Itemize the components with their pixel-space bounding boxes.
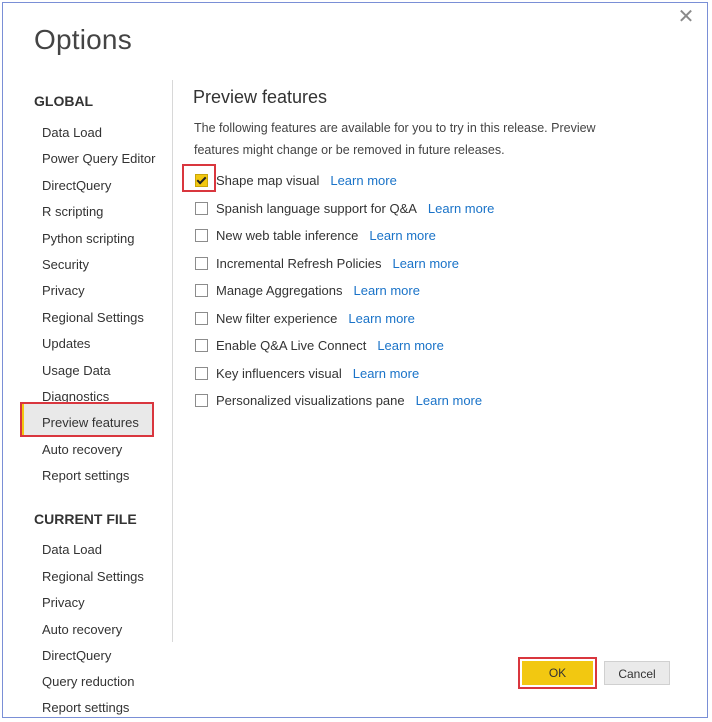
sidebar-item-directquery[interactable]: DirectQuery bbox=[42, 178, 111, 193]
sidebar-item-file-directquery[interactable]: DirectQuery bbox=[42, 648, 111, 663]
feature-row: Manage Aggregations Learn more bbox=[195, 281, 420, 299]
sidebar-item-diagnostics[interactable]: Diagnostics bbox=[42, 389, 109, 404]
sidebar-item-usage-data[interactable]: Usage Data bbox=[42, 363, 111, 378]
panel-divider bbox=[172, 80, 173, 642]
panel-title: Preview features bbox=[193, 87, 328, 107]
feature-label: Enable Q&A Live Connect bbox=[216, 337, 367, 353]
feature-row: New web table inference Learn more bbox=[195, 226, 436, 244]
sidebar: GLOBAL Data Load Power Query Editor Dire… bbox=[0, 0, 172, 722]
feature-row: Spanish language support for Q&A Learn m… bbox=[195, 199, 494, 217]
sidebar-item-updates[interactable]: Updates bbox=[42, 336, 90, 351]
feature-checkbox[interactable] bbox=[195, 311, 208, 325]
sidebar-item-r-scripting[interactable]: R scripting bbox=[42, 204, 103, 219]
feature-label: Key influencers visual bbox=[216, 365, 342, 381]
sidebar-item-regional-settings[interactable]: Regional Settings bbox=[42, 310, 144, 325]
close-icon[interactable]: ✕ bbox=[677, 7, 695, 27]
learn-more-link[interactable]: Learn more bbox=[416, 393, 482, 408]
sidebar-item-python-scripting[interactable]: Python scripting bbox=[42, 231, 135, 246]
global-heading: GLOBAL bbox=[34, 93, 94, 109]
sidebar-item-file-data-load[interactable]: Data Load bbox=[42, 542, 102, 557]
feature-checkbox[interactable] bbox=[195, 228, 208, 242]
sidebar-item-report-settings[interactable]: Report settings bbox=[42, 468, 129, 483]
feature-row: Shape map visual Learn more bbox=[195, 171, 397, 189]
feature-checkbox[interactable] bbox=[195, 283, 208, 297]
learn-more-link[interactable]: Learn more bbox=[353, 366, 419, 381]
sidebar-item-file-auto-recovery[interactable]: Auto recovery bbox=[42, 622, 122, 637]
sidebar-item-security[interactable]: Security bbox=[42, 257, 89, 272]
feature-label: New filter experience bbox=[216, 310, 338, 326]
ok-button[interactable]: OK bbox=[522, 661, 593, 685]
feature-checkbox[interactable] bbox=[195, 201, 208, 215]
feature-checkbox[interactable] bbox=[195, 393, 208, 407]
feature-label: New web table inference bbox=[216, 227, 359, 243]
cancel-button[interactable]: Cancel bbox=[604, 661, 670, 685]
learn-more-link[interactable]: Learn more bbox=[377, 338, 443, 353]
feature-label: Personalized visualizations pane bbox=[216, 392, 405, 408]
learn-more-link[interactable]: Learn more bbox=[392, 256, 458, 271]
panel-description: The following features are available for… bbox=[194, 121, 596, 157]
sidebar-item-data-load[interactable]: Data Load bbox=[42, 125, 102, 140]
sidebar-item-preview-features[interactable]: Preview features bbox=[42, 415, 139, 430]
learn-more-link[interactable]: Learn more bbox=[353, 283, 419, 298]
feature-row: Enable Q&A Live Connect Learn more bbox=[195, 336, 444, 354]
feature-checkbox[interactable] bbox=[195, 173, 208, 187]
learn-more-link[interactable]: Learn more bbox=[330, 173, 396, 188]
feature-label: Manage Aggregations bbox=[216, 282, 343, 298]
learn-more-link[interactable]: Learn more bbox=[348, 311, 414, 326]
feature-row: New filter experience Learn more bbox=[195, 309, 415, 327]
sidebar-item-auto-recovery[interactable]: Auto recovery bbox=[42, 442, 122, 457]
feature-row: Incremental Refresh Policies Learn more bbox=[195, 254, 459, 272]
sidebar-item-file-regional-settings[interactable]: Regional Settings bbox=[42, 569, 144, 584]
feature-label: Incremental Refresh Policies bbox=[216, 255, 382, 271]
sidebar-item-power-query-editor[interactable]: Power Query Editor bbox=[42, 151, 155, 166]
feature-checkbox[interactable] bbox=[195, 256, 208, 270]
learn-more-link[interactable]: Learn more bbox=[428, 201, 494, 216]
feature-label: Shape map visual bbox=[216, 172, 320, 188]
feature-label: Spanish language support for Q&A bbox=[216, 200, 417, 216]
sidebar-item-file-query-reduction[interactable]: Query reduction bbox=[42, 674, 135, 689]
sidebar-item-file-privacy[interactable]: Privacy bbox=[42, 595, 85, 610]
feature-checkbox[interactable] bbox=[195, 366, 208, 380]
feature-row: Key influencers visual Learn more bbox=[195, 364, 419, 382]
current-file-heading: CURRENT FILE bbox=[34, 511, 137, 527]
learn-more-link[interactable]: Learn more bbox=[369, 228, 435, 243]
sidebar-item-file-report-settings[interactable]: Report settings bbox=[42, 700, 129, 715]
feature-row: Personalized visualizations pane Learn m… bbox=[195, 391, 482, 409]
sidebar-item-privacy[interactable]: Privacy bbox=[42, 283, 85, 298]
feature-checkbox[interactable] bbox=[195, 338, 208, 352]
